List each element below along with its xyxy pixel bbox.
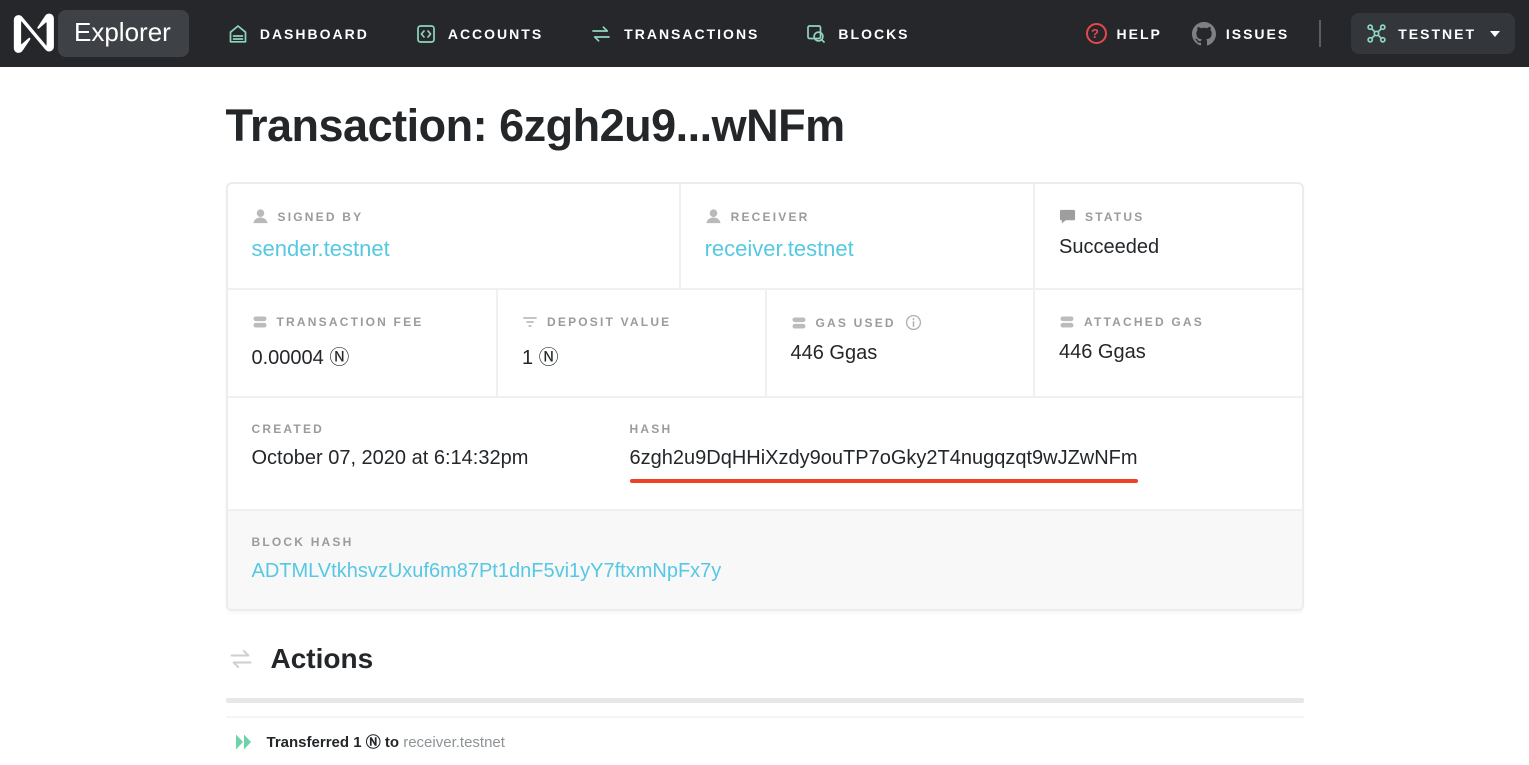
hash-label: HASH: [630, 422, 673, 436]
nav-item-accounts[interactable]: ACCOUNTS: [415, 23, 543, 45]
code-brackets-icon: [415, 23, 437, 45]
user-icon: [252, 208, 269, 225]
signed-by-cell: SIGNED BY sender.testnet: [228, 184, 679, 288]
transaction-fee-label: TRANSACTION FEE: [277, 315, 424, 329]
created-label-row: CREATED: [252, 422, 582, 436]
actions-header: Actions: [226, 643, 1304, 675]
main-nav: DASHBOARD ACCOUNTS TRANSACTIONS: [227, 23, 910, 45]
network-graph-icon: [1366, 23, 1387, 44]
nav-item-label: BLOCKS: [838, 26, 909, 42]
receiver-label-row: RECEIVER: [705, 208, 1009, 225]
status-value: Succeeded: [1059, 236, 1278, 259]
swap-arrows-icon: [589, 23, 613, 45]
coin-stack-icon: [1059, 314, 1075, 330]
block-hash-cell: BLOCK HASH ADTMLVtkhsvzUxuf6m87Pt1dnF5vi…: [228, 511, 1302, 609]
coin-stack-icon: [791, 315, 807, 331]
navbar-divider: [1319, 20, 1321, 47]
nav-item-label: ACCOUNTS: [448, 26, 543, 42]
issues-link[interactable]: ISSUES: [1192, 22, 1289, 46]
status-label-row: STATUS: [1059, 208, 1278, 225]
filter-funnel-icon: [522, 314, 538, 330]
nav-item-dashboard[interactable]: DASHBOARD: [227, 23, 369, 45]
nav-item-label: DASHBOARD: [260, 26, 369, 42]
deposit-value-label: DEPOSIT VALUE: [547, 315, 671, 329]
actions-swap-arrows-icon: [226, 646, 256, 672]
signer-account-link[interactable]: sender.testnet: [252, 236, 390, 261]
actions-divider-bar: [226, 698, 1304, 703]
network-selector-button[interactable]: TESTNET: [1351, 13, 1515, 54]
action-description: Transferred 1 Ⓝ to: [267, 734, 400, 751]
transaction-fee-value: 0.00004 Ⓝ: [252, 341, 473, 370]
gas-used-label-row: GAS USED: [791, 314, 1010, 331]
near-logo-icon: [10, 11, 56, 57]
github-icon: [1192, 22, 1216, 46]
chat-bubble-icon: [1059, 208, 1076, 225]
signed-by-label-row: SIGNED BY: [252, 208, 655, 225]
block-hash-row: BLOCK HASH ADTMLVtkhsvzUxuf6m87Pt1dnF5vi…: [228, 509, 1302, 609]
block-hash-link[interactable]: ADTMLVtkhsvzUxuf6m87Pt1dnF5vi1yY7ftxmNpF…: [252, 560, 722, 582]
gas-used-label: GAS USED: [816, 316, 896, 330]
details-row-2: TRANSACTION FEE 0.00004 Ⓝ DEPOSIT VALUE …: [228, 288, 1302, 396]
created-value: October 07, 2020 at 6:14:32pm: [252, 447, 582, 470]
user-icon: [705, 208, 722, 225]
attached-gas-label: ATTACHED GAS: [1084, 315, 1204, 329]
chevron-down-icon: [1490, 31, 1500, 37]
deposit-value-label-row: DEPOSIT VALUE: [522, 314, 741, 330]
top-navbar: Explorer DASHBOARD ACCOUNTS: [0, 0, 1529, 67]
network-label: TESTNET: [1398, 26, 1476, 42]
transaction-fee-cell: TRANSACTION FEE 0.00004 Ⓝ: [228, 290, 497, 396]
gas-used-value: 446 Ggas: [791, 342, 1010, 365]
block-hash-label: BLOCK HASH: [252, 535, 354, 549]
coin-stack-icon: [252, 314, 268, 330]
created-label: CREATED: [252, 422, 325, 436]
action-target-account-link[interactable]: receiver.testnet: [403, 734, 505, 751]
status-cell: STATUS Succeeded: [1033, 184, 1302, 288]
attached-gas-label-row: ATTACHED GAS: [1059, 314, 1278, 330]
actions-title: Actions: [271, 643, 374, 675]
receiver-cell: RECEIVER receiver.testnet: [679, 184, 1033, 288]
help-label: HELP: [1117, 26, 1162, 42]
details-row-3: CREATED October 07, 2020 at 6:14:32pm HA…: [228, 396, 1302, 509]
main-content: Transaction: 6zgh2u9...wNFm SIGNED BY se…: [226, 100, 1304, 765]
receiver-label: RECEIVER: [731, 210, 810, 224]
created-cell: CREATED October 07, 2020 at 6:14:32pm: [228, 398, 606, 509]
hash-value: 6zgh2u9DqHHiXzdy9ouTP7oGky2T4nugqzqt9wJZ…: [630, 447, 1138, 470]
signed-by-label: SIGNED BY: [278, 210, 364, 224]
page-title: Transaction: 6zgh2u9...wNFm: [226, 100, 1304, 152]
deposit-value-value: 1 Ⓝ: [522, 341, 741, 370]
gas-used-cell: GAS USED 446 Ggas: [765, 290, 1034, 396]
transaction-details-card: SIGNED BY sender.testnet RECEIVER receiv…: [226, 182, 1304, 611]
nav-item-blocks[interactable]: BLOCKS: [805, 23, 909, 45]
hash-cell: HASH 6zgh2u9DqHHiXzdy9ouTP7oGky2T4nugqzq…: [606, 398, 1302, 509]
transaction-fee-label-row: TRANSACTION FEE: [252, 314, 473, 330]
double-chevron-right-icon: [234, 733, 254, 751]
block-hash-label-row: BLOCK HASH: [252, 535, 1278, 549]
home-icon: [227, 23, 249, 45]
attached-gas-value: 446 Ggas: [1059, 341, 1278, 364]
info-icon[interactable]: [905, 314, 922, 331]
nav-utilities: ? HELP ISSUES: [1086, 13, 1515, 54]
nav-item-transactions[interactable]: TRANSACTIONS: [589, 23, 759, 45]
nav-item-label: TRANSACTIONS: [624, 26, 759, 42]
brand[interactable]: Explorer: [10, 10, 189, 57]
deposit-value-cell: DEPOSIT VALUE 1 Ⓝ: [496, 290, 765, 396]
status-label: STATUS: [1085, 210, 1144, 224]
hash-highlight-underline: [630, 479, 1138, 483]
block-search-icon: [805, 23, 827, 45]
details-row-1: SIGNED BY sender.testnet RECEIVER receiv…: [228, 184, 1302, 288]
attached-gas-cell: ATTACHED GAS 446 Ggas: [1033, 290, 1302, 396]
hash-label-row: HASH: [630, 422, 1278, 436]
receiver-account-link[interactable]: receiver.testnet: [705, 236, 854, 261]
action-row: Transferred 1 Ⓝ to receiver.testnet: [226, 716, 1304, 765]
brand-explorer-label: Explorer: [58, 10, 189, 57]
help-question-icon: ?: [1086, 23, 1107, 44]
issues-label: ISSUES: [1226, 26, 1289, 42]
help-link[interactable]: ? HELP: [1086, 23, 1162, 44]
